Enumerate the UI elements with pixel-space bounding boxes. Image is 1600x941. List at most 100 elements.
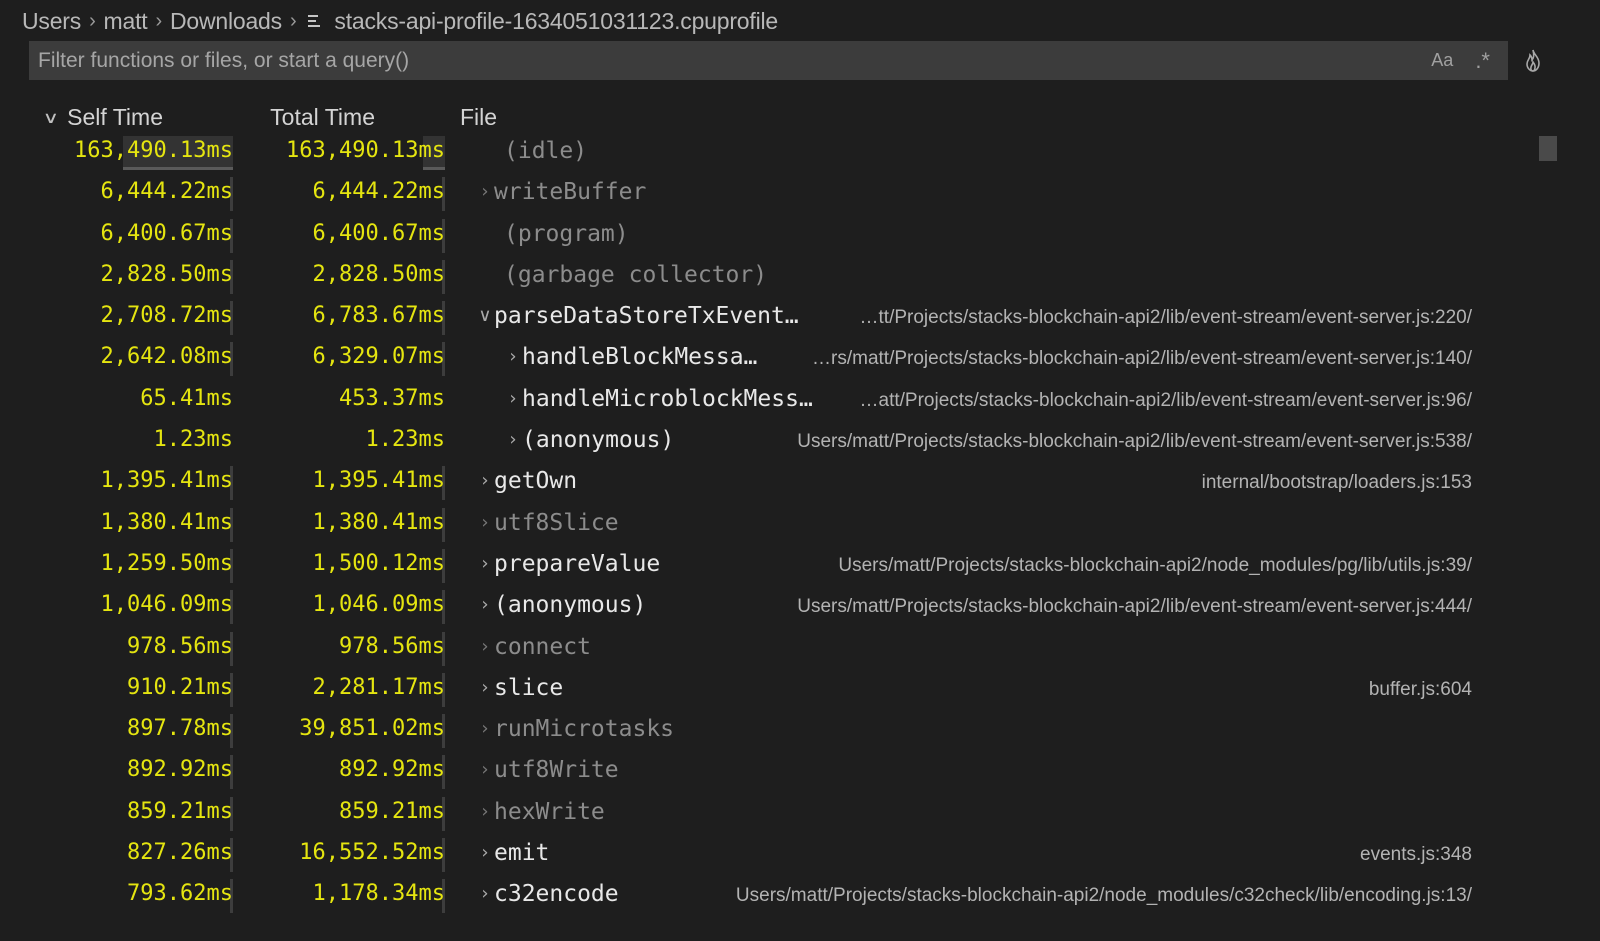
file-link[interactable]: …att/Projects/stacks-blockchain-api2/lib…: [860, 381, 1472, 417]
breadcrumb-item-file[interactable]: stacks-api-profile-1634051031123.cpuprof…: [334, 8, 778, 35]
self-time-value: 1,380.41ms: [100, 509, 233, 535]
chevron-right-icon[interactable]: ›: [476, 461, 494, 501]
function-name: (garbage collector): [504, 261, 768, 288]
header-file[interactable]: File: [460, 104, 497, 131]
function-cell[interactable]: ∨ parseDataStoreTxEvent…: [476, 296, 798, 336]
function-cell[interactable]: › c32encode: [476, 874, 618, 914]
table-row[interactable]: 2,828.50ms 2,828.50ms (garbage collector): [0, 257, 1540, 298]
self-time-value: 2,642.08ms: [100, 344, 233, 370]
table-row[interactable]: 910.21ms 2,281.17ms › slice buffer.js:604: [0, 670, 1540, 711]
function-name: (program): [504, 220, 629, 247]
file-link[interactable]: buffer.js:604: [1369, 670, 1472, 706]
function-cell[interactable]: › utf8Slice: [476, 503, 618, 543]
header-self-time[interactable]: ∨ Self Time: [43, 104, 163, 131]
chevron-right-icon[interactable]: ›: [476, 874, 494, 914]
function-name: handleMicroblockMess…: [522, 385, 813, 412]
table-row[interactable]: 1,395.41ms 1,395.41ms › getOwn internal/boot…: [0, 463, 1540, 504]
file-link[interactable]: …rs/matt/Projects/stacks-blockchain-api2…: [812, 339, 1472, 375]
self-time: 827.26ms: [43, 835, 233, 873]
function-cell[interactable]: › utf8Write: [476, 750, 618, 790]
file-link[interactable]: Users/matt/Projects/stacks-blockchain-ap…: [736, 876, 1472, 912]
function-cell[interactable]: (idle): [476, 133, 587, 169]
file-link[interactable]: events.js:348: [1360, 835, 1472, 871]
table-row[interactable]: 892.92ms 892.92ms › utf8Write: [0, 752, 1540, 793]
function-name: (idle): [504, 138, 588, 164]
function-cell[interactable]: › prepareValue: [476, 546, 660, 582]
table-row[interactable]: 1,259.50ms 1,500.12ms › prepareValue Users/m…: [0, 546, 1540, 587]
function-name: prepareValue: [494, 550, 661, 577]
total-time-value: 978.56ms: [339, 633, 445, 659]
function-cell[interactable]: › runMicrotasks: [476, 711, 674, 747]
chevron-right-icon[interactable]: ›: [476, 709, 494, 749]
chevron-right-icon[interactable]: ›: [476, 585, 494, 625]
breadcrumb-item-users[interactable]: Users: [22, 8, 81, 35]
total-time-value: 6,329.07ms: [312, 344, 445, 370]
match-case-toggle[interactable]: Aa: [1431, 50, 1453, 71]
function-cell[interactable]: › slice: [476, 670, 563, 706]
function-cell[interactable]: › (anonymous): [476, 587, 646, 623]
chevron-right-icon[interactable]: ›: [476, 627, 494, 667]
function-cell[interactable]: › emit: [476, 835, 549, 871]
file-link[interactable]: …tt/Projects/stacks-blockchain-api2/lib/…: [860, 298, 1472, 334]
scrollbar-thumb[interactable]: [1539, 136, 1557, 161]
function-cell[interactable]: › handleMicroblockMess…: [504, 379, 813, 419]
function-name: connect: [494, 633, 591, 660]
table-row[interactable]: 6,400.67ms 6,400.67ms (program): [0, 216, 1540, 257]
breadcrumb-item-downloads[interactable]: Downloads: [170, 8, 282, 35]
file-link[interactable]: Users/matt/Projects/stacks-blockchain-ap…: [797, 422, 1472, 458]
function-cell[interactable]: › connect: [476, 629, 591, 665]
table-row[interactable]: 978.56ms 978.56ms › connect: [0, 629, 1540, 670]
chevron-right-icon[interactable]: ›: [476, 833, 494, 873]
function-cell[interactable]: › handleBlockMessa…: [504, 339, 757, 375]
total-time: 1,380.41ms: [255, 505, 445, 542]
file-link[interactable]: Users/matt/Projects/stacks-blockchain-ap…: [838, 546, 1472, 582]
chevron-right-icon[interactable]: ›: [476, 792, 494, 832]
table-row[interactable]: 1,380.41ms 1,380.41ms › utf8Slice: [0, 505, 1540, 546]
chevron-right-icon[interactable]: ›: [476, 750, 494, 790]
table-row[interactable]: 897.78ms 39,851.02ms › runMicrotasks: [0, 711, 1540, 752]
function-cell[interactable]: › hexWrite: [476, 792, 604, 832]
self-time-value: 6,444.22ms: [100, 179, 233, 205]
chevron-right-icon[interactable]: ›: [476, 544, 494, 584]
function-cell[interactable]: (program): [476, 216, 629, 252]
table-row[interactable]: 6,444.22ms 6,444.22ms › writeBuffer: [0, 174, 1540, 215]
chevron-right-icon[interactable]: ›: [504, 420, 522, 460]
table-row[interactable]: 163,490.13ms 163,490.13ms (idle): [0, 133, 1540, 174]
function-cell[interactable]: › getOwn: [476, 463, 577, 499]
table-row[interactable]: 2,642.08ms 6,329.07ms › handleBlockMessa… …r…: [0, 339, 1540, 380]
filter-bar: Aa .*: [29, 40, 1508, 81]
table-row[interactable]: 859.21ms 859.21ms › hexWrite: [0, 794, 1540, 835]
breadcrumb-item-matt[interactable]: matt: [104, 8, 148, 35]
function-cell[interactable]: › writeBuffer: [476, 174, 646, 210]
table-row[interactable]: 827.26ms 16,552.52ms › emit events.js:348: [0, 835, 1540, 876]
flame-icon[interactable]: [1521, 48, 1545, 74]
function-name: writeBuffer: [494, 179, 647, 206]
table-row[interactable]: 793.62ms 1,178.34ms › c32encode Users/matt/P…: [0, 876, 1540, 917]
table-row[interactable]: 65.41ms 453.37ms › handleMicroblockMess… …at…: [0, 381, 1540, 422]
table-row[interactable]: 1,046.09ms 1,046.09ms › (anonymous) Users/ma…: [0, 587, 1540, 628]
chevron-right-icon[interactable]: ›: [504, 379, 522, 419]
chevron-down-icon[interactable]: ∨: [476, 296, 494, 336]
self-time: 892.92ms: [43, 752, 233, 790]
chevron-right-icon[interactable]: ›: [504, 337, 522, 377]
file-link[interactable]: internal/bootstrap/loaders.js:153: [1202, 463, 1472, 499]
function-name: slice: [494, 674, 564, 701]
total-time: 39,851.02ms: [255, 711, 445, 749]
chevron-right-icon[interactable]: ›: [476, 172, 494, 212]
regex-toggle[interactable]: .*: [1475, 48, 1490, 74]
file-link[interactable]: Users/matt/Projects/stacks-blockchain-ap…: [797, 587, 1472, 623]
filter-input[interactable]: [29, 40, 1432, 81]
total-time-value: 1.23ms: [365, 427, 445, 453]
self-time: 6,400.67ms: [43, 216, 233, 253]
function-cell[interactable]: (garbage collector): [476, 257, 767, 293]
total-time-value: 859.21ms: [339, 798, 445, 824]
header-total-time[interactable]: Total Time: [270, 104, 375, 131]
chevron-right-icon[interactable]: ›: [476, 503, 494, 543]
function-cell[interactable]: › (anonymous): [504, 422, 674, 458]
function-name: runMicrotasks: [494, 716, 675, 743]
table-row[interactable]: 2,708.72ms 6,783.67ms ∨ parseDataStoreTxEve…: [0, 298, 1540, 339]
self-time-value: 1,395.41ms: [100, 468, 233, 494]
table-row[interactable]: 1.23ms 1.23ms › (anonymous) Users/matt/Proje…: [0, 422, 1540, 463]
chevron-right-icon[interactable]: ›: [476, 668, 494, 708]
